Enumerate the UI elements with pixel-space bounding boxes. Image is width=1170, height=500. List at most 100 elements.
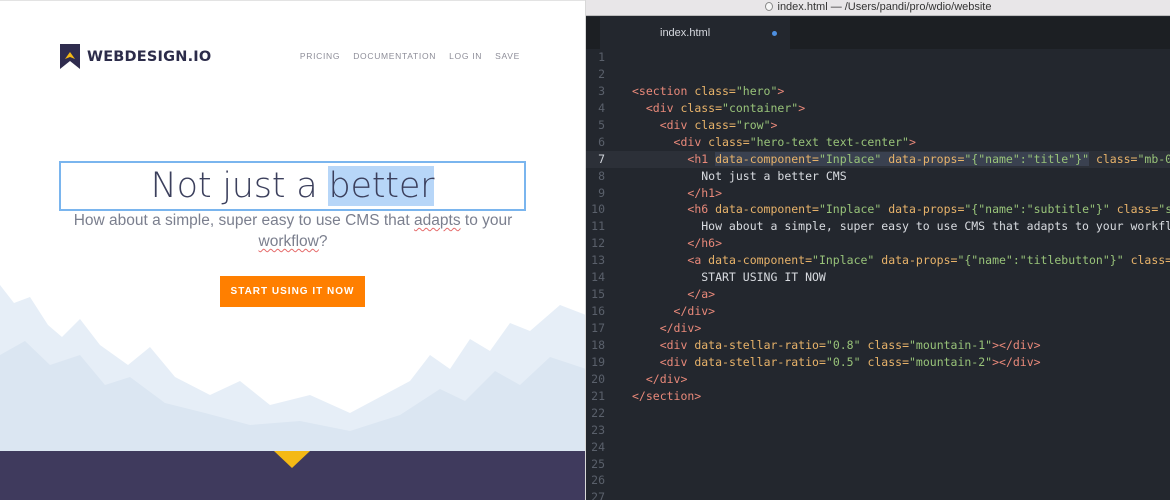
code-line[interactable]: 16 </div> bbox=[586, 303, 1170, 320]
code-line[interactable]: 14 START USING IT NOW bbox=[586, 269, 1170, 286]
line-source: <h1 data-component="Inplace" data-props=… bbox=[632, 151, 1170, 168]
subtitle-part: How about a simple, super easy to use CM… bbox=[73, 212, 415, 229]
line-source: <section class="hero"> bbox=[632, 83, 784, 100]
unsaved-dot-icon[interactable] bbox=[772, 31, 777, 36]
code-line[interactable]: 12 </h6> bbox=[586, 235, 1170, 252]
subtitle-part: ? bbox=[318, 233, 328, 250]
code-token: <div bbox=[659, 337, 695, 352]
code-token: > bbox=[908, 134, 916, 149]
code-token: "mb-0 m bbox=[1137, 151, 1170, 166]
line-number: 26 bbox=[591, 473, 605, 488]
nav-documentation[interactable]: DOCUMENTATION bbox=[353, 51, 436, 61]
tab-label: index.html bbox=[660, 27, 711, 39]
code-token: <h1 bbox=[687, 151, 716, 166]
code-line[interactable]: 27 bbox=[586, 489, 1170, 500]
hero-title[interactable]: Not just a better bbox=[61, 163, 524, 209]
line-source: <div data-stellar-ratio="0.5" class="mou… bbox=[632, 354, 1041, 371]
line-source: Not just a better CMS bbox=[632, 168, 846, 185]
nav-login[interactable]: LOG IN bbox=[449, 51, 482, 61]
nav-save[interactable]: SAVE bbox=[495, 51, 520, 61]
code-token: <div bbox=[659, 354, 695, 369]
line-source: </h1> bbox=[632, 185, 722, 202]
code-line[interactable]: 5 <div class="row"> bbox=[586, 117, 1170, 134]
hero-title-text: Not just a bbox=[150, 166, 329, 206]
line-source: </div> bbox=[632, 303, 716, 320]
line-number: 6 bbox=[598, 134, 605, 149]
code-line[interactable]: 26 bbox=[586, 472, 1170, 489]
code-token: <a bbox=[687, 253, 709, 268]
hero-title-selection: better bbox=[328, 166, 435, 206]
line-source: How about a simple, super easy to use CM… bbox=[632, 218, 1170, 235]
code-line[interactable]: 2 bbox=[586, 66, 1170, 83]
code-token: data-props= bbox=[881, 253, 958, 268]
code-token: > bbox=[770, 117, 778, 132]
code-token: "hero" bbox=[735, 83, 778, 98]
code-area[interactable]: 1 2 3 <section class="hero"> 4 <div class="c… bbox=[586, 49, 1170, 500]
hero-subtitle[interactable]: How about a simple, super easy to use CM… bbox=[70, 210, 516, 252]
line-source: </div> bbox=[632, 320, 702, 337]
code-token: "Inplace" bbox=[818, 202, 882, 217]
line-source: </h6> bbox=[632, 235, 722, 252]
code-line[interactable]: 6 <div class="hero-text text-center"> bbox=[586, 134, 1170, 151]
code-line[interactable]: 3 <section class="hero"> bbox=[586, 83, 1170, 100]
line-number: 4 bbox=[598, 100, 605, 115]
brand-logo[interactable]: WEBDESIGN.IO bbox=[60, 44, 211, 69]
code-line[interactable]: 11 How about a simple, super easy to use… bbox=[586, 218, 1170, 235]
code-token: class= bbox=[1130, 253, 1170, 268]
code-token: "0.5" bbox=[825, 354, 861, 369]
code-line[interactable]: 19 <div data-stellar-ratio="0.5" class="… bbox=[586, 354, 1170, 371]
code-line[interactable]: 23 bbox=[586, 422, 1170, 439]
code-editor: index.html — /Users/pandi/pro/wdio/websi… bbox=[586, 0, 1170, 500]
code-token: <div bbox=[673, 134, 709, 149]
code-line[interactable]: 21 </section> bbox=[586, 388, 1170, 405]
brand-name: WEBDESIGN.IO bbox=[87, 48, 212, 65]
code-line[interactable]: 17 </div> bbox=[586, 320, 1170, 337]
code-line[interactable]: 4 <div class="container"> bbox=[586, 100, 1170, 117]
code-token: class= bbox=[867, 354, 909, 369]
nav-pricing[interactable]: PRICING bbox=[300, 51, 340, 61]
code-token: class= bbox=[694, 83, 736, 98]
code-token: class= bbox=[1095, 151, 1138, 166]
line-source: START USING IT NOW bbox=[632, 269, 826, 286]
line-number: 19 bbox=[591, 354, 605, 369]
code-line[interactable]: 15 </a> bbox=[586, 286, 1170, 303]
subtitle-part: to your bbox=[460, 212, 513, 229]
code-token: "sub bbox=[1158, 202, 1170, 217]
line-number: 18 bbox=[591, 337, 605, 352]
code-line[interactable]: 10 <h6 data-component="Inplace" data-pro… bbox=[586, 201, 1170, 218]
code-line[interactable]: 1 bbox=[586, 49, 1170, 66]
code-line[interactable]: 24 bbox=[586, 439, 1170, 456]
code-token: ></div> bbox=[992, 354, 1041, 369]
code-line[interactable]: 18 <div data-stellar-ratio="0.8" class="… bbox=[586, 337, 1170, 354]
line-source: <h6 data-component="Inplace" data-props=… bbox=[632, 201, 1170, 218]
code-token: <div bbox=[645, 100, 681, 115]
code-token: <div bbox=[659, 117, 695, 132]
line-number: 24 bbox=[591, 439, 605, 454]
code-line[interactable]: 20 </div> bbox=[586, 371, 1170, 388]
hero-title-editor[interactable]: Not just a better bbox=[59, 161, 526, 211]
code-line[interactable]: 22 bbox=[586, 405, 1170, 422]
line-number: 14 bbox=[591, 270, 605, 285]
line-source: </a> bbox=[632, 286, 715, 303]
line-number: 16 bbox=[591, 304, 605, 319]
code-line[interactable]: 25 bbox=[586, 456, 1170, 473]
line-number: 15 bbox=[591, 287, 605, 302]
tab-index-html[interactable]: index.html bbox=[600, 17, 790, 49]
line-number: 8 bbox=[598, 168, 605, 183]
document-icon bbox=[764, 2, 773, 11]
start-using-button[interactable]: START USING IT NOW bbox=[220, 276, 365, 307]
code-token: "mountain-2" bbox=[909, 354, 993, 369]
code-line[interactable]: 8 Not just a better CMS bbox=[586, 168, 1170, 185]
line-source: </section> bbox=[632, 388, 701, 405]
code-line[interactable]: 9 </h1> bbox=[586, 185, 1170, 202]
down-arrow-icon[interactable] bbox=[274, 451, 310, 468]
line-number: 10 bbox=[591, 202, 605, 217]
code-line[interactable]: 13 <a data-component="Inplace" data-prop… bbox=[586, 252, 1170, 269]
line-source: <a data-component="Inplace" data-props="… bbox=[632, 252, 1170, 269]
code-line[interactable]: 7 <h1 data-component="Inplace" data-prop… bbox=[586, 150, 1170, 168]
